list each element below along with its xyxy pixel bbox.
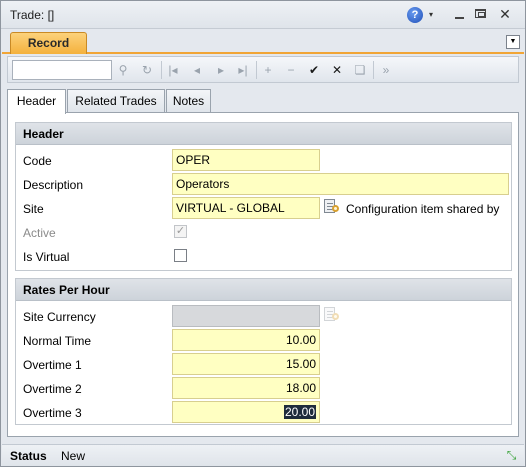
overtime1-field[interactable]: 15.00 <box>172 353 320 375</box>
more-icon[interactable]: » <box>377 61 395 79</box>
first-record-icon[interactable]: |◂ <box>164 61 182 79</box>
active-label: Active <box>23 226 56 240</box>
help-menu-caret-icon[interactable]: ▾ <box>429 10 433 19</box>
code-field[interactable]: OPER <box>172 149 320 171</box>
tab-strip-dropdown-icon[interactable]: ▼ <box>506 35 520 49</box>
rates-section: Rates Per Hour Site Currency Normal Time… <box>15 278 512 425</box>
record-toolbar: ⚲ ↻ |◂ ◂ ▸ ▸| + − ✔ ✕ ❏ » <box>7 56 519 83</box>
close-icon[interactable]: ✕ <box>497 7 513 21</box>
section-title-header: Header <box>16 123 511 145</box>
next-record-icon[interactable]: ▸ <box>212 61 230 79</box>
overtime3-label: Overtime 3 <box>23 406 82 420</box>
tab-notes[interactable]: Notes <box>166 89 211 113</box>
tab-header[interactable]: Header <box>7 89 66 114</box>
tab-content-panel: Header Code OPER Description Operators S… <box>7 112 519 437</box>
site-currency-field <box>172 305 320 327</box>
last-record-icon[interactable]: ▸| <box>234 61 252 79</box>
overtime2-label: Overtime 2 <box>23 382 82 396</box>
actions-icon[interactable]: ❏ <box>351 61 369 79</box>
trade-window: Trade: [] ? ▾ ✕ Record ▼ ⚲ ↻ |◂ ◂ ▸ ▸| +… <box>0 0 526 467</box>
is-virtual-label: Is Virtual <box>23 250 70 264</box>
record-tab[interactable]: Record <box>10 32 87 54</box>
cancel-icon[interactable]: ✕ <box>328 61 346 79</box>
normal-time-label: Normal Time <box>23 334 92 348</box>
site-field[interactable]: VIRTUAL - GLOBAL <box>172 197 320 219</box>
delete-icon[interactable]: − <box>282 61 300 79</box>
description-field[interactable]: Operators <box>172 173 509 195</box>
overtime3-field[interactable]: 20.00 <box>172 401 320 423</box>
header-section: Header Code OPER Description Operators S… <box>15 122 512 271</box>
minimize-icon[interactable] <box>452 7 468 21</box>
toolbar-search-input[interactable] <box>12 60 112 80</box>
previous-record-icon[interactable]: ◂ <box>188 61 206 79</box>
add-icon[interactable]: + <box>259 61 277 79</box>
help-icon[interactable]: ? <box>407 7 423 23</box>
active-checkbox: ✓ <box>174 225 187 238</box>
title-bar: Trade: [] ? ▾ ✕ <box>1 1 525 29</box>
site-label: Site <box>23 202 44 216</box>
record-tab-strip: Record ▼ <box>2 29 524 54</box>
toolbar-separator <box>161 61 162 79</box>
overtime1-label: Overtime 1 <box>23 358 82 372</box>
toolbar-separator <box>256 61 257 79</box>
status-value: New <box>61 449 86 463</box>
expand-icon[interactable]: ⤡ <box>505 449 518 462</box>
code-label: Code <box>23 154 52 168</box>
refresh-icon[interactable]: ↻ <box>138 61 156 79</box>
description-label: Description <box>23 178 84 192</box>
status-label: Status <box>10 449 47 463</box>
site-currency-label: Site Currency <box>23 310 96 324</box>
maximize-icon[interactable] <box>473 7 489 21</box>
status-bar: Status New ⤡ <box>2 444 524 466</box>
tab-related-trades[interactable]: Related Trades <box>67 89 165 113</box>
search-icon[interactable]: ⚲ <box>114 61 132 79</box>
site-lookup-icon[interactable] <box>322 198 342 216</box>
site-currency-lookup-icon <box>322 306 342 324</box>
toolbar-separator <box>373 61 374 79</box>
section-title-rates: Rates Per Hour <box>16 279 511 301</box>
site-shared-note: Configuration item shared by <box>346 202 500 216</box>
overtime3-selected-value: 20.00 <box>283 405 316 419</box>
overtime2-field[interactable]: 18.00 <box>172 377 320 399</box>
normal-time-field[interactable]: 10.00 <box>172 329 320 351</box>
window-title: Trade: [] <box>10 8 55 22</box>
is-virtual-checkbox[interactable] <box>174 249 187 262</box>
save-icon[interactable]: ✔ <box>305 61 323 79</box>
